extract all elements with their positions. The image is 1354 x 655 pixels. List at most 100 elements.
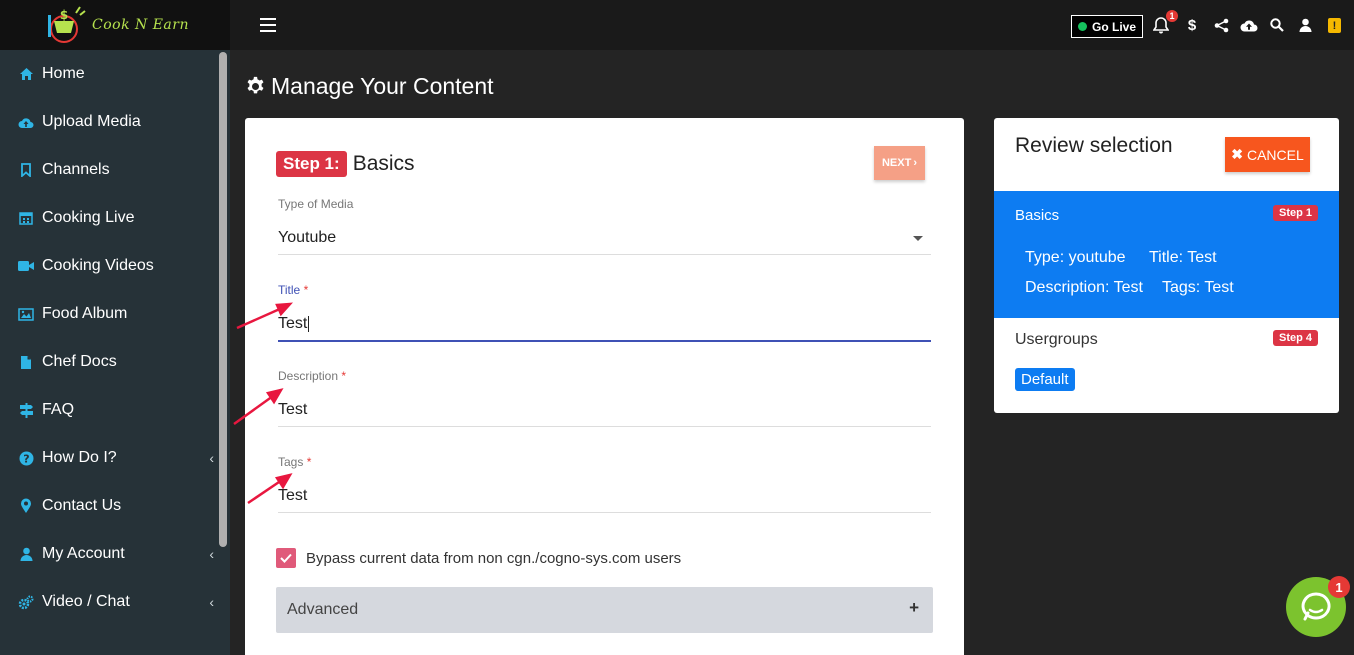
step-1-tag: Step 1 [1273, 205, 1319, 221]
default-usergroup-badge: Default [1015, 368, 1075, 391]
sidebar: $ Cook N Earn Home Upload Media Channels… [0, 0, 230, 655]
home-icon [18, 66, 34, 82]
close-icon: ✖ [1231, 146, 1243, 162]
image-icon [18, 306, 34, 322]
sidebar-item-label: How Do I? [42, 449, 117, 466]
sidebar-item-video-chat[interactable]: Video / Chat ‹ [0, 578, 230, 626]
user-icon [18, 546, 34, 562]
live-status-dot [1078, 22, 1087, 31]
hamburger-menu-icon[interactable] [260, 18, 276, 32]
required-marker: * [341, 369, 347, 383]
bookmark-icon [18, 162, 34, 178]
next-button[interactable]: NEXT › [874, 146, 925, 180]
question-circle-icon: ? [18, 450, 34, 466]
sidebar-item-label: FAQ [42, 401, 75, 418]
gear-icon [245, 76, 266, 97]
sidebar-item-home[interactable]: Home [0, 50, 230, 98]
title-field[interactable]: Title * Test [278, 283, 931, 342]
sidebar-item-cooking-videos[interactable]: Cooking Videos [0, 242, 230, 290]
cloud-upload-icon[interactable] [1240, 16, 1258, 34]
sidebar-item-label: Home [42, 65, 85, 82]
summary-description: Description: Test [1025, 279, 1143, 296]
summary-tags: Tags: Test [1162, 279, 1234, 296]
required-marker: * [303, 283, 309, 297]
svg-text:$: $ [60, 8, 68, 22]
summary-type: Type: youtube [1025, 249, 1126, 266]
bypass-option: Bypass current data from non cgn./cogno-… [276, 548, 681, 568]
chevron-right-icon: › [913, 157, 917, 169]
step-4-tag: Step 4 [1273, 330, 1319, 346]
video-camera-icon [18, 258, 34, 274]
basics-title: Basics [1015, 207, 1060, 224]
chat-bubble-icon [1301, 592, 1331, 621]
description-field[interactable]: Description * Test [278, 369, 931, 427]
sidebar-item-label: Video / Chat [42, 593, 130, 610]
cancel-button[interactable]: ✖ CANCEL [1225, 137, 1310, 172]
dollar-icon[interactable]: $ [1183, 16, 1201, 34]
step-title: Basics [352, 152, 415, 175]
file-icon [18, 354, 34, 370]
type-of-media-select[interactable]: Type of Media Youtube [278, 197, 931, 255]
sidebar-item-faq[interactable]: FAQ [0, 386, 230, 434]
top-bar: Go Live 1 $ ! [230, 0, 1354, 50]
bypass-label: Bypass current data from non cgn./cogno-… [306, 549, 682, 567]
chevron-left-icon: ‹ [209, 450, 214, 466]
sidebar-item-cooking-live[interactable]: Cooking Live [0, 194, 230, 242]
chevron-left-icon: ‹ [209, 594, 214, 610]
sidebar-item-chef-docs[interactable]: Chef Docs [0, 338, 230, 386]
review-title: Review selection [1015, 134, 1173, 157]
notification-badge: 1 [1166, 10, 1178, 22]
advanced-label: Advanced [287, 601, 359, 618]
search-icon[interactable] [1268, 16, 1286, 34]
go-live-button[interactable]: Go Live [1071, 15, 1144, 38]
brand-name: Cook N Earn [92, 17, 189, 33]
annotation-arrows [233, 302, 294, 505]
sidebar-item-label: My Account [42, 545, 125, 562]
tags-field[interactable]: Tags * Test [278, 455, 931, 513]
sidebar-item-food-album[interactable]: Food Album [0, 290, 230, 338]
bypass-checkbox[interactable] [276, 548, 296, 568]
sidebar-item-my-account[interactable]: My Account ‹ [0, 530, 230, 578]
step-badge: Step 1: [276, 151, 347, 177]
user-profile-icon[interactable] [1296, 16, 1314, 34]
description-value: Test [278, 401, 931, 427]
chef-logo-icon: $ [48, 6, 86, 43]
cogs-icon [18, 594, 34, 610]
calendar-icon [18, 210, 34, 226]
step-header: Step 1: Basics [276, 151, 415, 177]
advanced-accordion[interactable]: Advanced + [276, 587, 933, 633]
content-form-card: Step 1: Basics NEXT › Type of Media Yout… [245, 118, 964, 655]
cancel-label: CANCEL [1246, 146, 1304, 163]
type-of-media-value: Youtube [278, 229, 337, 246]
chevron-left-icon: ‹ [209, 546, 214, 562]
usergroups-title: Usergroups [1015, 331, 1098, 348]
logo[interactable]: $ Cook N Earn [0, 0, 230, 50]
basics-summary-section[interactable]: Basics Step 1 Type: youtube Title: Test … [994, 191, 1339, 318]
checkmark-icon [280, 553, 292, 563]
sidebar-item-label: Contact Us [42, 497, 122, 514]
tags-value: Test [278, 487, 931, 513]
sidebar-item-label: Upload Media [42, 113, 141, 130]
sidebar-item-how-do-i[interactable]: ? How Do I? ‹ [0, 434, 230, 482]
sidebar-item-upload-media[interactable]: Upload Media [0, 98, 230, 146]
sidebar-item-label: Food Album [42, 305, 128, 322]
signpost-icon [18, 402, 34, 418]
chat-unread-badge: 1 [1328, 576, 1350, 598]
plus-icon: + [909, 598, 919, 617]
review-selection-card: Review selection ✖ CANCEL Basics Step 1 … [994, 118, 1339, 413]
share-icon[interactable] [1212, 16, 1230, 34]
type-of-media-label: Type of Media [278, 197, 354, 211]
svg-text:?: ? [23, 452, 29, 465]
dropdown-caret-icon [913, 236, 923, 241]
text-cursor [308, 316, 310, 332]
go-live-label: Go Live [1092, 19, 1137, 34]
summary-title: Title: Test [1149, 249, 1217, 266]
warning-icon[interactable]: ! [1328, 18, 1341, 33]
sidebar-item-channels[interactable]: Channels [0, 146, 230, 194]
sidebar-item-label: Channels [42, 161, 110, 178]
sidebar-item-label: Chef Docs [42, 353, 117, 370]
required-marker: * [306, 455, 312, 469]
cloud-upload-icon [18, 114, 34, 130]
sidebar-item-contact-us[interactable]: Contact Us [0, 482, 230, 530]
sidebar-scrollbar[interactable] [219, 52, 227, 547]
